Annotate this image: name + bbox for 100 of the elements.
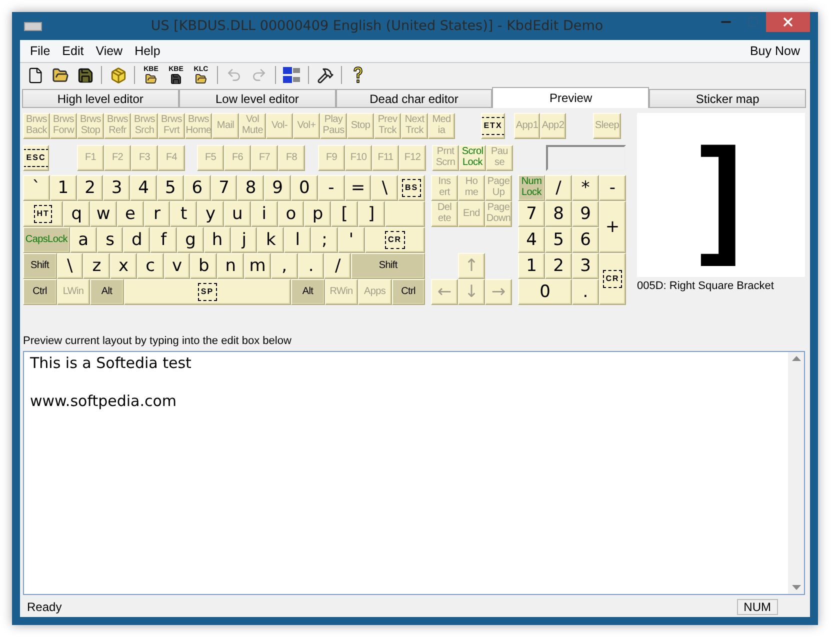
keyboard-key[interactable]: ESC	[23, 145, 49, 171]
keyboard-key[interactable]: -	[318, 175, 345, 201]
tab[interactable]: Preview	[492, 87, 650, 108]
keyboard-key[interactable]: p	[304, 201, 332, 227]
keyboard-key[interactable]: 3	[103, 175, 130, 201]
keyboard-key[interactable]: Scrol Lock	[459, 145, 486, 171]
keyboard-key[interactable]: 0	[518, 279, 572, 305]
keyboard-key[interactable]: 6	[184, 175, 211, 201]
keyboard-key[interactable]: =	[344, 175, 372, 201]
close-icon	[781, 15, 795, 29]
keyboard-key[interactable]: d	[123, 227, 150, 253]
toolbar-button[interactable]	[281, 65, 303, 85]
keyboard-key[interactable]: `	[23, 175, 50, 201]
keyboard-key[interactable]: b	[190, 253, 218, 279]
keyboard-key[interactable]: \	[371, 175, 398, 201]
flag-grid-icon	[283, 66, 301, 84]
keyboard-key[interactable]: 4	[130, 175, 157, 201]
keyboard-key[interactable]: 8	[545, 201, 572, 227]
keyboard-key[interactable]: k	[257, 227, 284, 253]
tab[interactable]: Sticker map	[649, 89, 806, 108]
keyboard-key[interactable]: q	[63, 201, 90, 227]
keyboard-key[interactable]: 6	[572, 227, 599, 253]
keyboard-key[interactable]: 1	[50, 175, 77, 201]
keyboard-key[interactable]: 7	[210, 175, 238, 201]
keyboard-key[interactable]: 2	[76, 175, 104, 201]
keyboard-key[interactable]: 1	[518, 253, 545, 279]
keyboard-key[interactable]: [	[331, 201, 358, 227]
keyboard-key[interactable]: Shift	[351, 253, 425, 279]
keyboard-key[interactable]: -	[599, 175, 626, 201]
keyboard-key[interactable]: /	[324, 253, 352, 279]
hammer-icon	[316, 66, 334, 84]
tab[interactable]: High level editor	[22, 89, 179, 108]
app-icon	[24, 22, 42, 30]
keyboard-key[interactable]: *	[572, 175, 599, 201]
keyboard-key[interactable]: 8	[237, 175, 264, 201]
keyboard-key[interactable]: /	[545, 175, 572, 201]
keyboard-key[interactable]: Ctrl	[392, 279, 425, 305]
keyboard-key[interactable]: CR	[599, 253, 626, 305]
keyboard-key[interactable]: 3	[572, 253, 599, 279]
keyboard-key[interactable]: y	[197, 201, 224, 227]
keyboard-key[interactable]: o	[278, 201, 304, 227]
keyboard-key[interactable]: ,	[270, 253, 298, 279]
glyph: ]	[699, 120, 743, 270]
keyboard-key[interactable]: l	[284, 227, 312, 253]
keyboard-key[interactable]: CR	[364, 227, 425, 253]
close-button[interactable]	[766, 12, 810, 32]
tab[interactable]: Dead char editor	[336, 89, 492, 108]
keyboard-key[interactable]: s	[96, 227, 124, 253]
keyboard-key[interactable]: g	[177, 227, 204, 253]
keyboard-key[interactable]: a	[70, 227, 97, 253]
keyboard-key[interactable]: '	[338, 227, 365, 253]
window-title: US [KBDUS.DLL 00000409 English (United States)] - KbdEdit Demo	[150, 18, 604, 34]
menu-item[interactable]: Edit	[56, 44, 90, 58]
keyboard-key[interactable]: m	[244, 253, 271, 279]
tab[interactable]: Low level editor	[178, 89, 336, 108]
keyboard-key[interactable]: Alt	[90, 279, 124, 305]
keyboard-key[interactable]: 0	[290, 175, 318, 201]
buy-now-menu-item[interactable]: Buy Now	[744, 44, 806, 58]
keyboard-key[interactable]: .	[298, 253, 324, 279]
redo-icon	[251, 67, 267, 83]
keyboard-key[interactable]: t	[170, 201, 198, 227]
keyboard-key[interactable]: HT	[23, 201, 64, 227]
keyboard-key[interactable]: f	[150, 227, 178, 253]
menu-item[interactable]: File	[24, 44, 56, 58]
keyboard-key[interactable]: +	[599, 201, 626, 253]
keyboard-key[interactable]: Shift	[23, 253, 56, 279]
keyboard-key[interactable]: w	[90, 201, 117, 227]
menu-item[interactable]: View	[90, 44, 129, 58]
keyboard-key[interactable]: 7	[518, 201, 545, 227]
keyboard-key[interactable]: ;	[311, 227, 338, 253]
keyboard-key[interactable]: e	[116, 201, 144, 227]
keyboard-key[interactable]: ]	[358, 201, 385, 227]
keyboard-key[interactable]: BS	[398, 175, 425, 201]
keyboard-key[interactable]: .	[572, 279, 599, 305]
keyboard-key[interactable]: x	[110, 253, 137, 279]
status-text: Ready	[26, 600, 63, 614]
keyboard-key[interactable]: u	[224, 201, 251, 227]
keyboard-key[interactable]: n	[217, 253, 244, 279]
keyboard-key[interactable]: v	[164, 253, 190, 279]
keyboard-key[interactable]: 9	[572, 201, 599, 227]
help-icon	[352, 66, 364, 84]
menu-item[interactable]: Help	[128, 44, 166, 58]
keyboard-key[interactable]: j	[230, 227, 258, 253]
keyboard-key[interactable]: ETX	[481, 113, 505, 139]
keyboard-key[interactable]: Alt	[291, 279, 324, 305]
enter-key[interactable]	[384, 201, 425, 227]
keyboard-key[interactable]: z	[83, 253, 110, 279]
keyboard-key[interactable]: 5	[545, 227, 572, 253]
keyboard-key[interactable]: 2	[545, 253, 572, 279]
keyboard-key[interactable]: \	[56, 253, 84, 279]
folder-icon	[145, 72, 157, 84]
keyboard-key[interactable]: i	[250, 201, 278, 227]
keyboard-key[interactable]: SP	[124, 279, 291, 305]
keyboard-key[interactable]: c	[136, 253, 164, 279]
keyboard-key[interactable]: 9	[264, 175, 291, 201]
keyboard-key[interactable]: Ctrl	[23, 279, 56, 305]
keyboard-key[interactable]: 5	[156, 175, 184, 201]
keyboard-key[interactable]: 4	[518, 227, 545, 253]
keyboard-key[interactable]: r	[144, 201, 170, 227]
keyboard-key[interactable]: h	[204, 227, 231, 253]
